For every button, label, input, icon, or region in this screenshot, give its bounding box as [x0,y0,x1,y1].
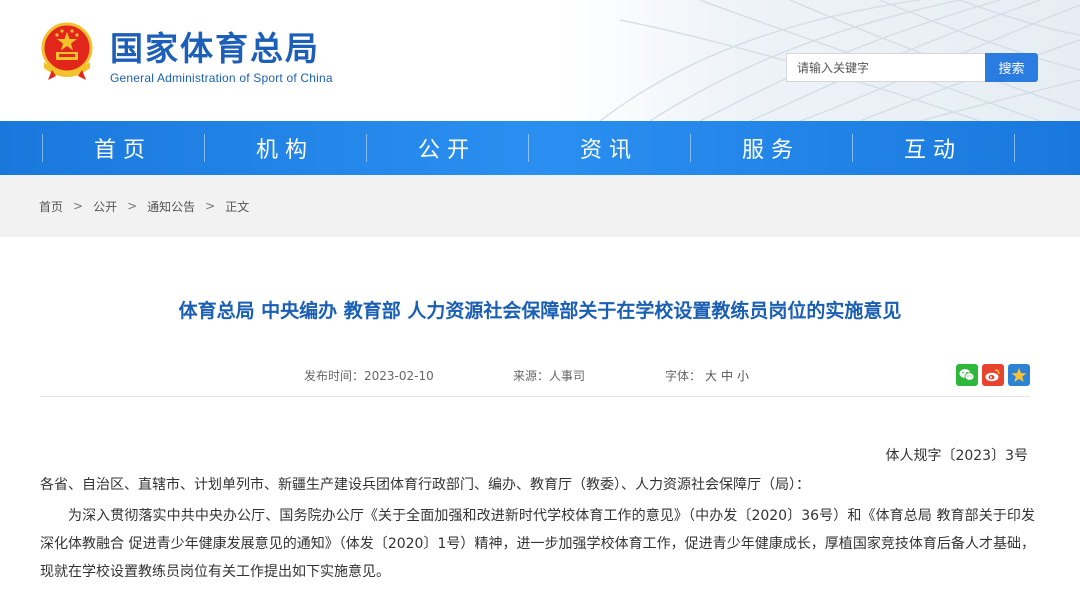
article-addressee: 各省、自治区、直辖市、计划单列市、新疆生产建设兵团体育行政部门、编办、教育厅（教… [40,477,810,493]
breadcrumb: 首页 > 公开 > 通知公告 > 正文 [0,175,1080,237]
nav-item-public[interactable]: 公开 [366,121,528,175]
article-paragraph: 为深入贯彻落实中共中央办公厅、国务院办公厅《关于全面加强和改进新时代学校体育工作… [40,508,1035,580]
wechat-icon[interactable] [956,364,978,386]
site-name-chinese[interactable]: 国家体育总局 [110,30,320,68]
nav-items: 首页 机构 公开 资讯 服务 互动 [42,121,1015,175]
qzone-icon[interactable] [1008,364,1030,386]
nav-item-interaction[interactable]: 互动 [852,121,1014,175]
breadcrumb-home[interactable]: 首页 [39,198,63,215]
site-name-english[interactable]: General Administration of Sport of China [110,71,333,85]
article-title: 体育总局 中央编办 教育部 人力资源社会保障部关于在学校设置教练员岗位的实施意见 [178,300,902,322]
search-box: 搜索 [786,53,1038,82]
main-navigation: 首页 机构 公开 资讯 服务 互动 [0,121,1080,175]
breadcrumb-current: 正文 [225,199,250,214]
font-size-small[interactable]: 小 [737,369,749,383]
nav-separator [1014,134,1015,162]
weibo-icon[interactable] [982,364,1004,386]
breadcrumb-separator: > [127,199,138,213]
article-source: 来源：人事司 [513,369,586,383]
font-size-medium[interactable]: 中 [721,369,733,383]
site-header: 国家体育总局 General Administration of Sport o… [0,0,1080,121]
breadcrumb-separator: > [205,199,216,213]
font-size-controls: 字体：大中小 [665,367,749,384]
nav-item-home[interactable]: 首页 [42,121,204,175]
national-emblem-logo [41,22,93,80]
breadcrumb-separator: > [73,199,84,213]
publish-date: 发布时间：2023-02-10 [304,369,434,383]
document-number: 体人规字〔2023〕3号 [885,448,1028,464]
search-button[interactable]: 搜索 [985,53,1038,82]
nav-item-organization[interactable]: 机构 [204,121,366,175]
search-input[interactable] [786,53,985,82]
font-size-label: 字体： [665,369,702,383]
breadcrumb-public[interactable]: 公开 [93,198,117,215]
meta-divider [40,396,1030,397]
breadcrumb-notices[interactable]: 通知公告 [147,198,195,215]
nav-item-news[interactable]: 资讯 [528,121,690,175]
font-size-large[interactable]: 大 [705,369,717,383]
nav-item-services[interactable]: 服务 [690,121,852,175]
